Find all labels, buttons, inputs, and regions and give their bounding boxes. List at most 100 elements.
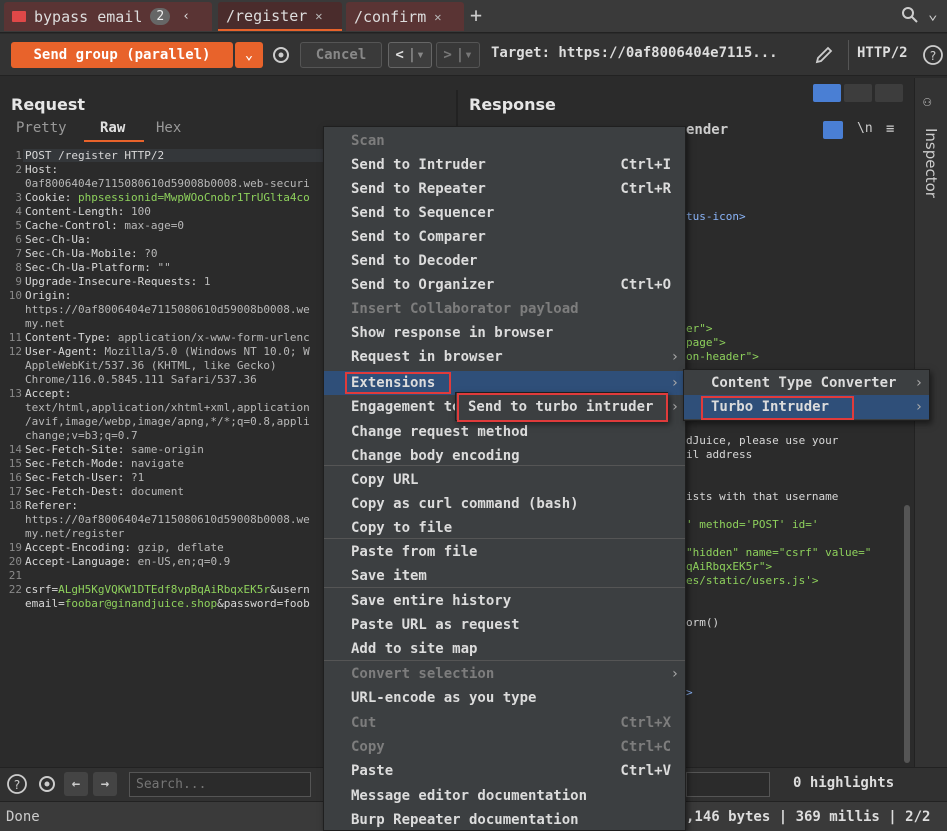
search-next-button[interactable]: → [93, 772, 117, 796]
menu-item-send-to-intruder[interactable]: Send to Intruder Ctrl+I [324, 153, 685, 177]
menu-item-copy[interactable]: Copy Ctrl+C [324, 735, 685, 759]
tab-count-badge: 2 [150, 8, 171, 25]
request-line: my.net/register [25, 527, 124, 540]
edit-pencil-icon[interactable] [813, 44, 835, 69]
request-line: Cookie: phpsessionid=MwpWOoCnobr1TrUGlta… [25, 191, 310, 204]
search-previous-button[interactable]: ← [64, 772, 88, 796]
send-group-button[interactable]: Send group (parallel) [11, 42, 233, 68]
request-line: Cache-Control: max-age=0 [25, 219, 184, 232]
header-value: ?1 [130, 471, 145, 484]
menu-item-copy-url[interactable]: Copy URL [324, 468, 685, 492]
subtab-raw[interactable]: Raw [100, 120, 125, 136]
tab-confirm[interactable]: /confirm ✕ [346, 2, 464, 31]
search-input[interactable] [129, 772, 311, 797]
help-icon[interactable]: ? [922, 42, 944, 71]
header-value: my.net [25, 317, 65, 330]
response-search-input[interactable] [686, 772, 770, 797]
close-icon[interactable]: ✕ [315, 9, 322, 23]
request-line: text/html,application/xhtml+xml,applicat… [25, 401, 310, 414]
menu-item-change-request-method[interactable]: Change request method [324, 420, 685, 444]
layout-side-by-side-icon[interactable] [813, 84, 841, 102]
line-number: 19 [8, 541, 22, 554]
menu-item-label: Send to Sequencer [351, 205, 495, 221]
menu-item-save-item[interactable]: Save item [324, 564, 685, 588]
header-key: Content-Type: [25, 331, 118, 344]
line-number: 6 [15, 233, 22, 246]
chevron-right-icon: › [914, 375, 923, 391]
menu-item-show-response-in-browser[interactable]: Show response in browser [324, 321, 685, 345]
header-key: email= [25, 597, 65, 610]
newline-toggle-icon[interactable]: \n [857, 121, 873, 136]
send-to-turbo-intruder-item[interactable]: Send to turbo intruder [456, 395, 667, 419]
request-line: Sec-Ch-Ua-Mobile: ?0 [25, 247, 157, 260]
chevron-right-icon: › [914, 399, 923, 415]
gear-icon[interactable] [270, 44, 292, 69]
header-value: ?0 [144, 247, 158, 260]
line-number: 13 [8, 387, 22, 400]
help-icon[interactable]: ? [6, 773, 28, 798]
tab-register[interactable]: /register ✕ [218, 2, 342, 31]
menu-item-paste-url-as-request[interactable]: Paste URL as request [324, 613, 685, 637]
subtab-hex[interactable]: Hex [156, 120, 181, 136]
close-icon[interactable]: ✕ [434, 10, 441, 24]
submenu-item-turbo-intruder[interactable]: Turbo Intruder › [684, 395, 929, 419]
menu-separator [324, 660, 685, 661]
menu-item-send-to-organizer[interactable]: Send to Organizer Ctrl+O [324, 273, 685, 297]
menu-item-burp-repeater-documentation[interactable]: Burp Repeater documentation [324, 808, 685, 831]
menu-item-send-to-sequencer[interactable]: Send to Sequencer [324, 201, 685, 225]
header-value: Chrome/116.0.5845.111 Safari/537.36 [25, 373, 257, 386]
turbo-intruder-submenu: Send to turbo intruder [455, 392, 668, 421]
menu-item-copy-to-file[interactable]: Copy to file [324, 516, 685, 540]
layout-stacked-icon[interactable] [844, 84, 872, 102]
menu-item-cut[interactable]: Cut Ctrl+X [324, 711, 685, 735]
inspector-icon[interactable]: ⚇ [923, 94, 931, 110]
collapse-chevron-icon[interactable]: ‹ [182, 9, 190, 24]
menu-icon[interactable]: ≡ [886, 121, 894, 137]
inspector-tab-label[interactable]: Inspector [922, 128, 940, 198]
submenu-item-content-type-converter[interactable]: Content Type Converter › [684, 371, 929, 395]
menu-item-convert-selection[interactable]: Convert selection › [324, 662, 685, 686]
header-value: https://0af8006404e7115080610d59008b0008… [25, 303, 310, 316]
request-line: Sec-Fetch-User: ?1 [25, 471, 144, 484]
menu-item-send-to-comparer[interactable]: Send to Comparer [324, 225, 685, 249]
response-scrollbar[interactable] [904, 505, 910, 763]
menu-item-send-to-decoder[interactable]: Send to Decoder [324, 249, 685, 273]
subtab-pretty[interactable]: Pretty [16, 120, 67, 136]
response-code-fragment: "hidden" name="csrf" value=" [686, 546, 872, 559]
menu-item-insert-collaborator-payload[interactable]: Insert Collaborator payload [324, 297, 685, 321]
menu-item-request-in-browser[interactable]: Request in browser › [324, 345, 685, 369]
request-pane-title: Request [11, 95, 86, 114]
menu-item-paste[interactable]: Paste Ctrl+V [324, 759, 685, 783]
search-icon[interactable] [901, 6, 919, 27]
cancel-button[interactable]: Cancel [300, 42, 382, 68]
header-key: Sec-Ch-Ua-Platform: [25, 261, 158, 274]
menu-item-label: Show response in browser [351, 325, 554, 341]
menu-item-scan[interactable]: Scan [324, 129, 685, 153]
request-line: Sec-Fetch-Site: same-origin [25, 443, 204, 456]
menu-item-url-encode-as-you-type[interactable]: URL-encode as you type [324, 686, 685, 710]
menu-item-label: Extensions [351, 375, 436, 391]
subtab-render[interactable]: ender [686, 122, 728, 138]
header-value: navigate [130, 457, 184, 470]
target-label[interactable]: Target: https://0af8006404e7115... [491, 45, 778, 61]
add-tab-icon[interactable]: + [470, 3, 482, 27]
menu-item-message-editor-documentation[interactable]: Message editor documentation [324, 784, 685, 808]
chevron-down-icon[interactable]: ⌄ [928, 4, 938, 23]
line-number: 12 [8, 345, 22, 358]
menu-item-add-to-site-map[interactable]: Add to site map [324, 637, 685, 661]
menu-item-save-entire-history[interactable]: Save entire history [324, 589, 685, 613]
history-forward-button[interactable]: > |▾ [436, 42, 480, 68]
menu-item-paste-from-file[interactable]: Paste from file [324, 540, 685, 564]
history-back-button[interactable]: < |▾ [388, 42, 432, 68]
response-code-fragment: page"> [686, 336, 726, 349]
tab-group-bypass-email[interactable]: bypass email 2 ‹ [4, 2, 212, 31]
menu-item-send-to-repeater[interactable]: Send to Repeater Ctrl+R [324, 177, 685, 201]
gear-icon[interactable] [36, 773, 58, 798]
send-mode-dropdown[interactable]: ⌄ [235, 42, 263, 68]
layout-tabbed-icon[interactable] [875, 84, 903, 102]
http-version-toggle[interactable]: HTTP/2 [857, 45, 908, 61]
response-code-fragment: > [686, 686, 693, 699]
wrap-lines-icon[interactable] [823, 121, 843, 139]
menu-item-copy-as-curl-command-bash[interactable]: Copy as curl command (bash) [324, 492, 685, 516]
header-key: Referer: [25, 499, 78, 512]
